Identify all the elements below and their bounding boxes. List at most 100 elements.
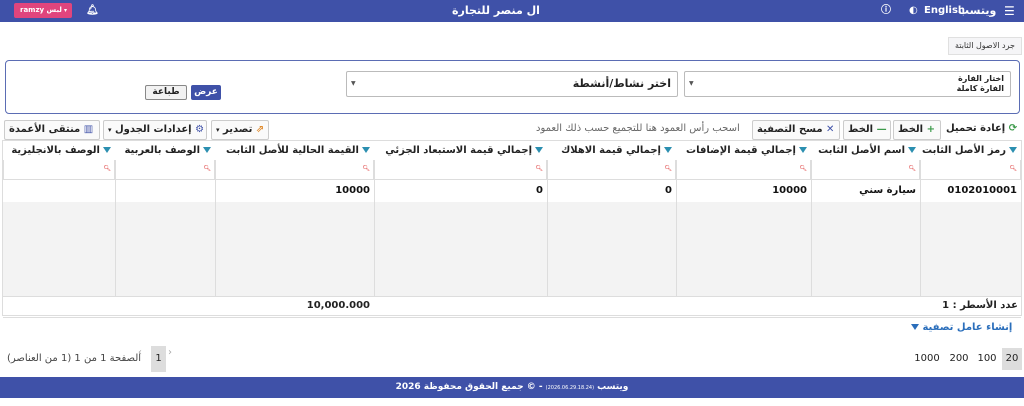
column-header-current-value[interactable]: القيمة الحالية للأصل الثابت [215,142,374,160]
reload-button[interactable]: إعادة تحميل ⟳ [946,120,1020,140]
filter-icon[interactable] [799,147,807,153]
column-header-arabic-desc[interactable]: الوصف بالعربية [115,142,215,160]
filter-cell[interactable]: 🔍︎ [547,160,676,180]
table-settings-button[interactable]: ▾ إعدادات الجدول ⚙ [103,120,207,140]
clear-filter-label: مسح التصفية [757,124,823,135]
search-icon: 🔍︎ [362,165,370,172]
clear-filter-button[interactable]: مسح التصفية ✕ [752,120,840,140]
search-icon: 🔍︎ [103,165,111,172]
filter-icon[interactable] [362,147,370,153]
cell-asset-name[interactable]: سيارة سني [811,182,920,200]
hamburger-icon[interactable]: ☰ [1004,0,1015,22]
gear-icon: ⚙ [195,124,205,135]
palette-icon[interactable]: ◐ [909,0,918,22]
add-line-button[interactable]: الخط + [893,120,941,140]
current-page-button[interactable]: 1 [151,346,166,372]
view-button[interactable]: عرض [191,85,221,100]
refresh-icon: ⟳ [1008,123,1018,134]
user-menu-button[interactable]: ramzy لبس ▾ [14,3,72,18]
group-by-hint: اسحب رأس العمود هنا للتجميع حسب ذلك العم… [536,123,740,134]
cell-current-value[interactable]: 10000 [215,182,374,200]
filter-cell[interactable]: 🔍︎ [920,160,1021,180]
filter-icon[interactable] [103,147,111,153]
filter-icon[interactable] [535,147,543,153]
export-icon: ⇗ [255,124,265,135]
page-size-200[interactable]: 200 [946,348,972,370]
column-title: اسم الأصل الثابت [818,145,905,156]
page-size-20[interactable]: 20 [1002,348,1022,370]
filter-cell[interactable]: 🔍︎ [811,160,920,180]
column-divider [547,160,548,296]
cell-english-desc[interactable] [3,182,115,200]
language-switch[interactable]: English [924,0,965,22]
export-button[interactable]: ▾ تصدير ⇗ [211,120,269,140]
search-icon: 🔍︎ [203,165,211,172]
filter-icon[interactable] [664,147,672,153]
plus-icon: + [926,124,935,135]
cell-asset-code[interactable]: 0102010001 [920,182,1021,200]
filter-icon[interactable] [203,147,211,153]
cell-partial-disposal[interactable]: 0 [374,182,547,200]
chevron-right-icon[interactable]: › [168,347,172,358]
footer-copyright: - © جميع الحقوق محفوظة 2026 [395,382,543,392]
empty-grid-area [3,202,1021,296]
column-header-english-desc[interactable]: الوصف بالانجليزية [3,142,115,160]
print-button[interactable]: طباعة [145,85,187,100]
bell-icon[interactable]: 🔔︎ [86,0,99,22]
filter-cell[interactable]: 🔍︎ [215,160,374,180]
column-divider [676,160,677,296]
page-size-1000[interactable]: 1000 [912,348,942,370]
user-name: ramzy لبس [20,6,62,14]
remove-line-button[interactable]: الخط — [843,120,891,140]
column-picker-label: منتقى الأعمدة [9,124,81,135]
column-header-total-depreciation[interactable]: إجمالي قيمة الاهلاك [547,142,676,160]
filter-cell[interactable]: 🔍︎ [115,160,215,180]
column-header-partial-disposal[interactable]: إجمالي قيمة الاستبعاد الجزئي [374,142,547,160]
footer-app-name: ويتسب [597,382,629,392]
column-picker-button[interactable]: منتقى الأعمدة ▥ [4,120,100,140]
column-title: الوصف بالانجليزية [11,145,100,156]
chevron-down-icon: ▼ [351,80,356,87]
add-line-label: الخط [898,124,924,135]
column-header-asset-code[interactable]: رمز الأصل الثابت [920,142,1021,160]
search-icon: 🔍︎ [664,165,672,172]
activity-select[interactable]: ▼ اختر نشاط/أنشطة [346,71,678,97]
filter-icon[interactable] [1009,147,1017,153]
column-title: إجمالي قيمة الإضافات [686,145,796,156]
column-title: الوصف بالعربية [124,145,200,156]
column-title: القيمة الحالية للأصل الثابت [225,145,359,156]
footer-bar: ويتسب(2026.06.29.18.24)- © جميع الحقوق م… [0,377,1024,398]
help-icon[interactable]: ⓘ [881,0,891,22]
filter-cell[interactable]: 🔍︎ [676,160,811,180]
create-filter-link[interactable]: إنشاء عامل تصفية [908,322,1012,333]
tab-fixed-assets-inventory[interactable]: جرد الاصول الثابتة [948,37,1022,55]
columns-icon: ▥ [83,124,94,135]
filter-icon[interactable] [908,147,916,153]
page-size-100[interactable]: 100 [975,348,999,370]
filter-cell[interactable]: 🔍︎ [3,160,115,180]
branch-select[interactable]: ▼ اختار الفارة الفارة كاملة [684,71,1011,97]
pager-summary: الصفحة 1 من 1 (1 من العناصر) [7,353,142,364]
column-header-asset-name[interactable]: اسم الأصل الثابت [811,142,920,160]
export-label: تصدير [223,124,253,135]
remove-line-label: الخط [848,124,874,135]
search-icon: 🔍︎ [799,165,807,172]
filter-cell[interactable]: 🔍︎ [374,160,547,180]
branch-value: الفارة كاملة [956,84,1004,93]
table-settings-label: إعدادات الجدول [115,124,192,135]
top-bar: ☰ ويتسب English ◐ ⓘ ال منصر للتجارة 🔔︎ r… [0,0,1024,22]
column-header-total-additions[interactable]: إجمالي قيمة الإضافات [676,142,811,160]
cell-total-additions[interactable]: 10000 [676,182,811,200]
cell-arabic-desc[interactable] [115,182,215,200]
cell-total-depreciation[interactable]: 0 [547,182,676,200]
column-divider [115,160,116,296]
company-name: ال منصر للتجارة [452,4,540,17]
branch-label: اختار الفارة [957,74,1004,83]
column-divider [920,160,921,296]
filter-icon [911,324,919,330]
column-divider [374,160,375,296]
search-icon: 🔍︎ [908,165,916,172]
row-count: عدد الأسطر : 1 [942,300,1018,311]
chevron-down-icon: ▼ [689,80,694,87]
create-filter-label: إنشاء عامل تصفية [922,322,1013,333]
